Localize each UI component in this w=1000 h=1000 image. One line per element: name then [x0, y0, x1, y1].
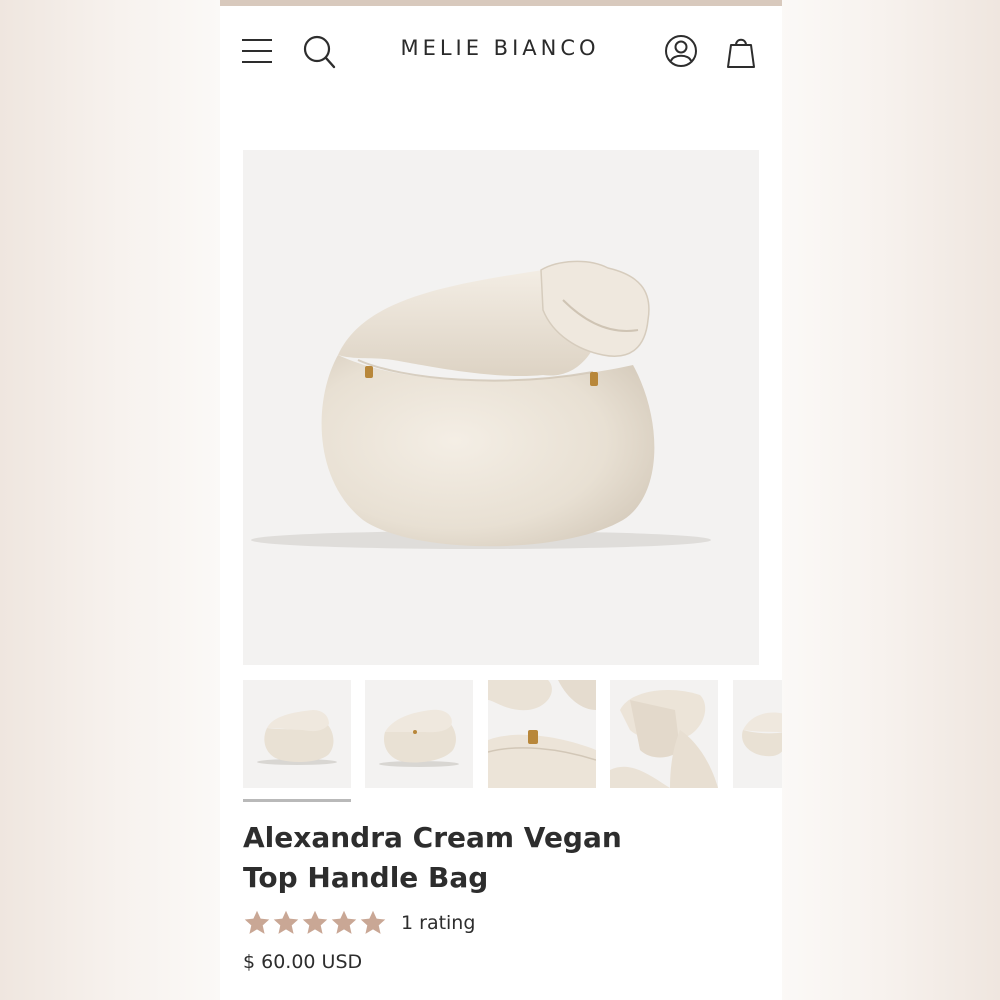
product-title-line-1: Alexandra Cream Vegan: [243, 821, 622, 854]
thumbnail-1[interactable]: [243, 680, 351, 788]
menu-icon[interactable]: [242, 39, 272, 63]
site-header: MELIE BIANCO: [220, 6, 782, 96]
product-main-image[interactable]: [243, 150, 759, 665]
cart-icon[interactable]: [726, 34, 756, 70]
product-price: $ 60.00 USD: [243, 951, 363, 973]
bag-illustration: [251, 260, 711, 549]
star-icon: [273, 910, 299, 934]
thumbnail-2[interactable]: [365, 680, 473, 788]
thumbnail-4[interactable]: [610, 680, 718, 788]
star-icon: [331, 910, 357, 934]
star-icon: [360, 910, 386, 934]
star-icon: [302, 910, 328, 934]
product-rating[interactable]: 1 rating: [243, 905, 643, 941]
selected-thumbnail-indicator: [243, 799, 351, 802]
account-icon[interactable]: [664, 34, 698, 68]
phone-screen: MELIE BIANCO Alexandra Cream Vegan Top H…: [220, 0, 782, 1000]
search-icon[interactable]: [302, 34, 336, 70]
thumbnail-3[interactable]: [488, 680, 596, 788]
star-icon: [244, 910, 270, 934]
product-title-line-2: Top Handle Bag: [243, 861, 489, 894]
thumbnail-5[interactable]: [733, 680, 782, 788]
rating-count[interactable]: 1 rating: [401, 912, 475, 934]
product-title: Alexandra Cream Vegan Top Handle Bag: [243, 818, 663, 898]
thumbnail-strip: [243, 680, 782, 790]
brand-logo[interactable]: MELIE BIANCO: [350, 36, 650, 60]
